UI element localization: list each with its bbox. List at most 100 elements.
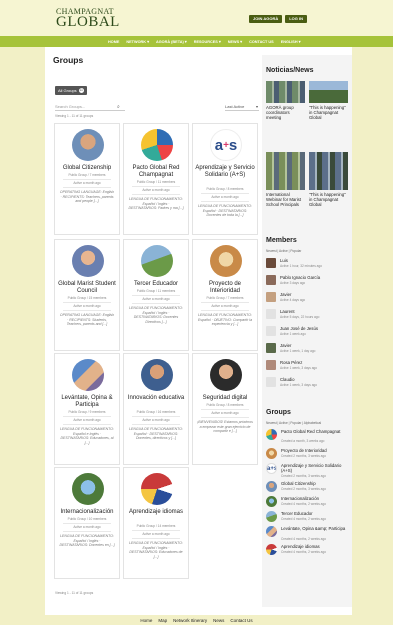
group-name[interactable]: Global Marist Student Council (57, 281, 117, 295)
group-avatar[interactable] (266, 481, 277, 492)
member-name[interactable]: Claudio (280, 377, 295, 382)
group-card[interactable]: Innovación educativa Public Group / 16 m… (123, 353, 189, 465)
news-caption[interactable]: "This is happening" in Champagnat Global (309, 192, 348, 207)
news-caption[interactable]: AGORÀ group coordinators meeting (266, 105, 305, 120)
news-thumbnail[interactable] (309, 81, 348, 103)
sidebar-group-name[interactable]: Global Citizenship (281, 481, 316, 486)
member-item[interactable]: Pablo Ignacio García Active 3 days ago (266, 275, 350, 288)
news-caption[interactable]: "This is happening" in Champagnat Global (309, 105, 348, 120)
sidebar-group-name[interactable]: Proyecto de Interioridad (281, 448, 327, 453)
members-filter-tabs[interactable]: Newest | Active | Popular (266, 249, 301, 253)
member-item[interactable]: Laurent Active 5 days, 22 hours ago (266, 309, 350, 322)
search-input[interactable]: Search Groups... (55, 103, 125, 111)
nav-resources[interactable]: RESOURCES ▾ (194, 39, 221, 44)
search-icon[interactable]: ⌕ (117, 104, 120, 110)
group-name[interactable]: Pacto Global Red Champagnat (126, 165, 186, 179)
group-card[interactable]: Seguridad digital Public Group / 8 membe… (192, 353, 258, 465)
news-item[interactable]: "This is happening" in Champagnat Global (309, 152, 348, 207)
member-name[interactable]: Juan José de Jesús (280, 326, 318, 331)
member-item[interactable]: Javier Active 1 week, 1 day ago (266, 343, 350, 356)
group-card[interactable]: Pacto Global Red Champagnat Public Group… (123, 123, 189, 235)
sidebar-group-item[interactable]: Aprendizaje idiomas Created 4 months, 2 … (266, 544, 350, 557)
group-card[interactable]: Tercer Educador Public Group / 11 member… (123, 239, 189, 351)
news-item[interactable]: AGORÀ group coordinators meeting (266, 81, 305, 120)
member-item[interactable]: Javier Active 4 days ago (266, 292, 350, 305)
member-avatar[interactable] (266, 292, 276, 302)
group-name[interactable]: Internacionalización (57, 509, 117, 516)
member-avatar[interactable] (266, 258, 276, 268)
member-avatar[interactable] (266, 326, 276, 336)
group-avatar[interactable] (72, 359, 104, 391)
news-item[interactable]: International Webinar for Marist School … (266, 152, 305, 207)
group-avatar[interactable] (141, 473, 173, 505)
group-card[interactable]: Global Marist Student Council Public Gro… (54, 239, 120, 351)
sidebar-group-item[interactable]: Proyecto de Interioridad Created 2 month… (266, 448, 350, 461)
news-thumbnail[interactable] (309, 152, 348, 190)
member-avatar[interactable] (266, 360, 276, 370)
group-card[interactable]: a + s Aprendizaje y Servicio Solidario (A+… (192, 123, 258, 235)
sidebar-group-item[interactable]: a+s Aprendizaje y Servicio Solidario (A+… (266, 463, 350, 478)
group-avatar[interactable] (141, 359, 173, 391)
member-item[interactable]: Rosa Pérez Active 1 week, 3 days ago (266, 360, 350, 373)
news-thumbnail[interactable] (266, 81, 305, 103)
group-name[interactable]: Proyecto de Interioridad (195, 281, 255, 295)
member-avatar[interactable] (266, 377, 276, 387)
group-avatar[interactable] (72, 129, 104, 161)
news-item[interactable]: "This is happening" in Champagnat Global (309, 81, 348, 120)
member-name[interactable]: Javier (280, 292, 291, 297)
group-card[interactable]: Aprendizaje idiomas Public Group / 14 me… (123, 467, 189, 579)
group-name[interactable]: Innovación educativa (126, 395, 186, 402)
member-avatar[interactable] (266, 343, 276, 353)
footer-contact[interactable]: Contact Us (230, 618, 252, 623)
group-name[interactable]: Seguridad digital (195, 395, 255, 402)
group-avatar[interactable] (266, 511, 277, 522)
member-item[interactable]: Luis Active 1 hour, 32 minutes ago (266, 258, 350, 271)
groups-filter-tabs[interactable]: Newest | Active | Popular | Alphabetical (266, 421, 321, 425)
sort-select[interactable]: Last Active (225, 103, 259, 111)
group-avatar[interactable] (72, 473, 104, 505)
member-name[interactable]: Pablo Ignacio García (280, 275, 320, 280)
group-card[interactable]: Global Citizenship Public Group / 7 memb… (54, 123, 120, 235)
sidebar-group-name[interactable]: Internacionalización (281, 496, 319, 501)
group-card[interactable]: Proyecto de Interioridad Public Group / … (192, 239, 258, 351)
sidebar-group-name[interactable]: Aprendizaje y Servicio Solidario (A+S) (281, 463, 350, 473)
group-avatar[interactable] (266, 429, 277, 440)
group-name[interactable]: Aprendizaje y Servicio Solidario (A+S) (195, 165, 255, 179)
news-caption[interactable]: International Webinar for Marist School … (266, 192, 305, 207)
footer-home[interactable]: Home (140, 618, 152, 623)
group-avatar[interactable] (266, 544, 277, 555)
group-name[interactable]: Aprendizaje idiomas (126, 509, 186, 516)
group-avatar[interactable] (266, 496, 277, 507)
sidebar-group-name[interactable]: Pacto Global Red Champagnat (281, 429, 340, 434)
sidebar-group-name[interactable]: Aprendizaje idiomas (281, 544, 320, 549)
sidebar-group-name[interactable]: Levántate, Opina &amp; Participa (281, 526, 345, 531)
group-avatar[interactable] (210, 245, 242, 277)
sidebar-group-item[interactable]: Internacionalización Created 4 months, 2… (266, 496, 350, 509)
nav-home[interactable]: HOME (108, 40, 119, 44)
member-name[interactable]: Rosa Pérez (280, 360, 302, 365)
group-card[interactable]: Internacionalización Public Group / 10 m… (54, 467, 120, 579)
member-item[interactable]: Juan José de Jesús Active 1 week ago (266, 326, 350, 339)
footer-map[interactable]: Map (158, 618, 167, 623)
group-name[interactable]: Levántate, Opina & Participa (57, 395, 117, 409)
nav-language[interactable]: ENGLISH ▾ (281, 39, 301, 44)
sidebar-group-item[interactable]: Levántate, Opina &amp; Participa Created… (266, 526, 350, 541)
nav-news[interactable]: NEWS ▾ (228, 39, 242, 44)
sidebar-group-item[interactable]: Tercer Educador Created 4 months, 2 week… (266, 511, 350, 524)
news-thumbnail[interactable] (266, 152, 305, 190)
member-avatar[interactable] (266, 309, 276, 319)
member-item[interactable]: Claudio Active 1 week, 3 days ago (266, 377, 350, 390)
group-card[interactable]: Levántate, Opina & Participa Public Grou… (54, 353, 120, 465)
member-name[interactable]: Javier (280, 343, 291, 348)
member-name[interactable]: Laurent (280, 309, 295, 314)
login-button[interactable]: LOG IN (285, 15, 307, 23)
site-logo[interactable]: CHAMPAGNAT GLOBAL (56, 8, 120, 30)
sidebar-group-item[interactable]: Pacto Global Red Champagnat Created a mo… (266, 429, 350, 443)
group-avatar[interactable] (141, 245, 173, 277)
group-avatar[interactable] (266, 526, 277, 537)
group-avatar[interactable] (210, 359, 242, 391)
group-avatar[interactable] (141, 129, 173, 161)
footer-news[interactable]: News (213, 618, 224, 623)
sidebar-group-item[interactable]: Global Citizenship Created 2 months, 3 w… (266, 481, 350, 494)
group-avatar[interactable]: a+s (210, 129, 242, 161)
